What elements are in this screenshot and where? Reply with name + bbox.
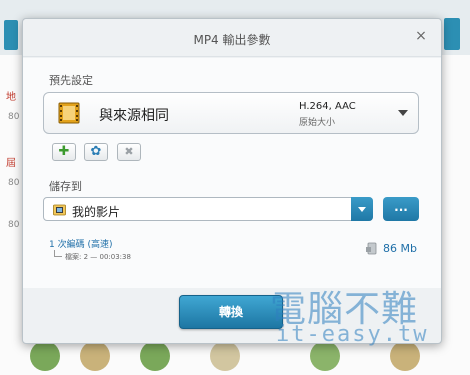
preset-section-label: 預先設定 [49,74,93,87]
film-strip-icon [58,102,80,124]
browse-button[interactable]: ... [383,197,419,221]
chevron-down-icon [358,207,366,212]
background-thumbnail [310,341,340,371]
edit-preset-button[interactable]: ✿ [84,143,108,161]
file-info: 檔案: 2 — 00:03:38 [65,253,131,261]
plus-icon: ✚ [58,144,70,159]
background-edge-number: 80 [8,220,20,230]
folder-dropdown-button[interactable] [351,197,373,221]
file-size-icon [366,242,377,255]
background-thumbnails [10,341,460,371]
background-edge-label: 地 [6,92,16,103]
background-edge-label: 屆 [6,158,16,169]
dialog-titlebar: MP4 輸出參數 × [23,19,441,57]
background-thumbnail [80,341,110,371]
save-folder-select[interactable]: 我的影片 [43,197,373,221]
video-folder-icon [53,204,66,216]
background-edge-number: 80 [8,178,20,188]
add-preset-button[interactable]: ✚ [52,143,76,161]
background-thumbnail [210,341,240,371]
dialog-title: MP4 輸出參數 [193,33,271,47]
save-folder-value: 我的影片 [72,205,121,219]
encoding-passes-link[interactable]: 1 次編碼 (高速) [49,237,112,250]
preset-dropdown[interactable]: 與來源相同 H.264, AAC 原始大小 [43,92,419,134]
mp4-output-settings-dialog: MP4 輸出參數 × 預先設定 與來源相同 H.264, AAC 原始大小 ✚ … [22,18,442,344]
estimated-size: 86 Mb [383,242,417,255]
chevron-down-icon [398,110,408,116]
save-to-section-label: 儲存到 [49,180,82,193]
convert-button[interactable]: 轉換 [179,295,283,329]
background-thumbnail [390,341,420,371]
background-thumbnail [140,341,170,371]
background-blue-tab-right [444,18,460,50]
preset-size: 原始大小 [299,118,336,128]
delete-preset-button[interactable]: ✖ [117,143,141,161]
close-icon: ✖ [124,145,134,158]
preset-codec: H.264, AAC [299,101,356,112]
preset-name: 與來源相同 [99,108,169,124]
gear-icon: ✿ [90,144,102,159]
background-thumbnail [30,341,60,371]
background-blue-tab-left [4,20,18,50]
close-icon[interactable]: × [413,28,429,44]
background-edge-number: 80 [8,112,20,122]
dialog-content: 預先設定 與來源相同 H.264, AAC 原始大小 ✚ ✿ ✖ 儲存到 我的影… [23,58,441,288]
tree-connector [54,250,62,257]
